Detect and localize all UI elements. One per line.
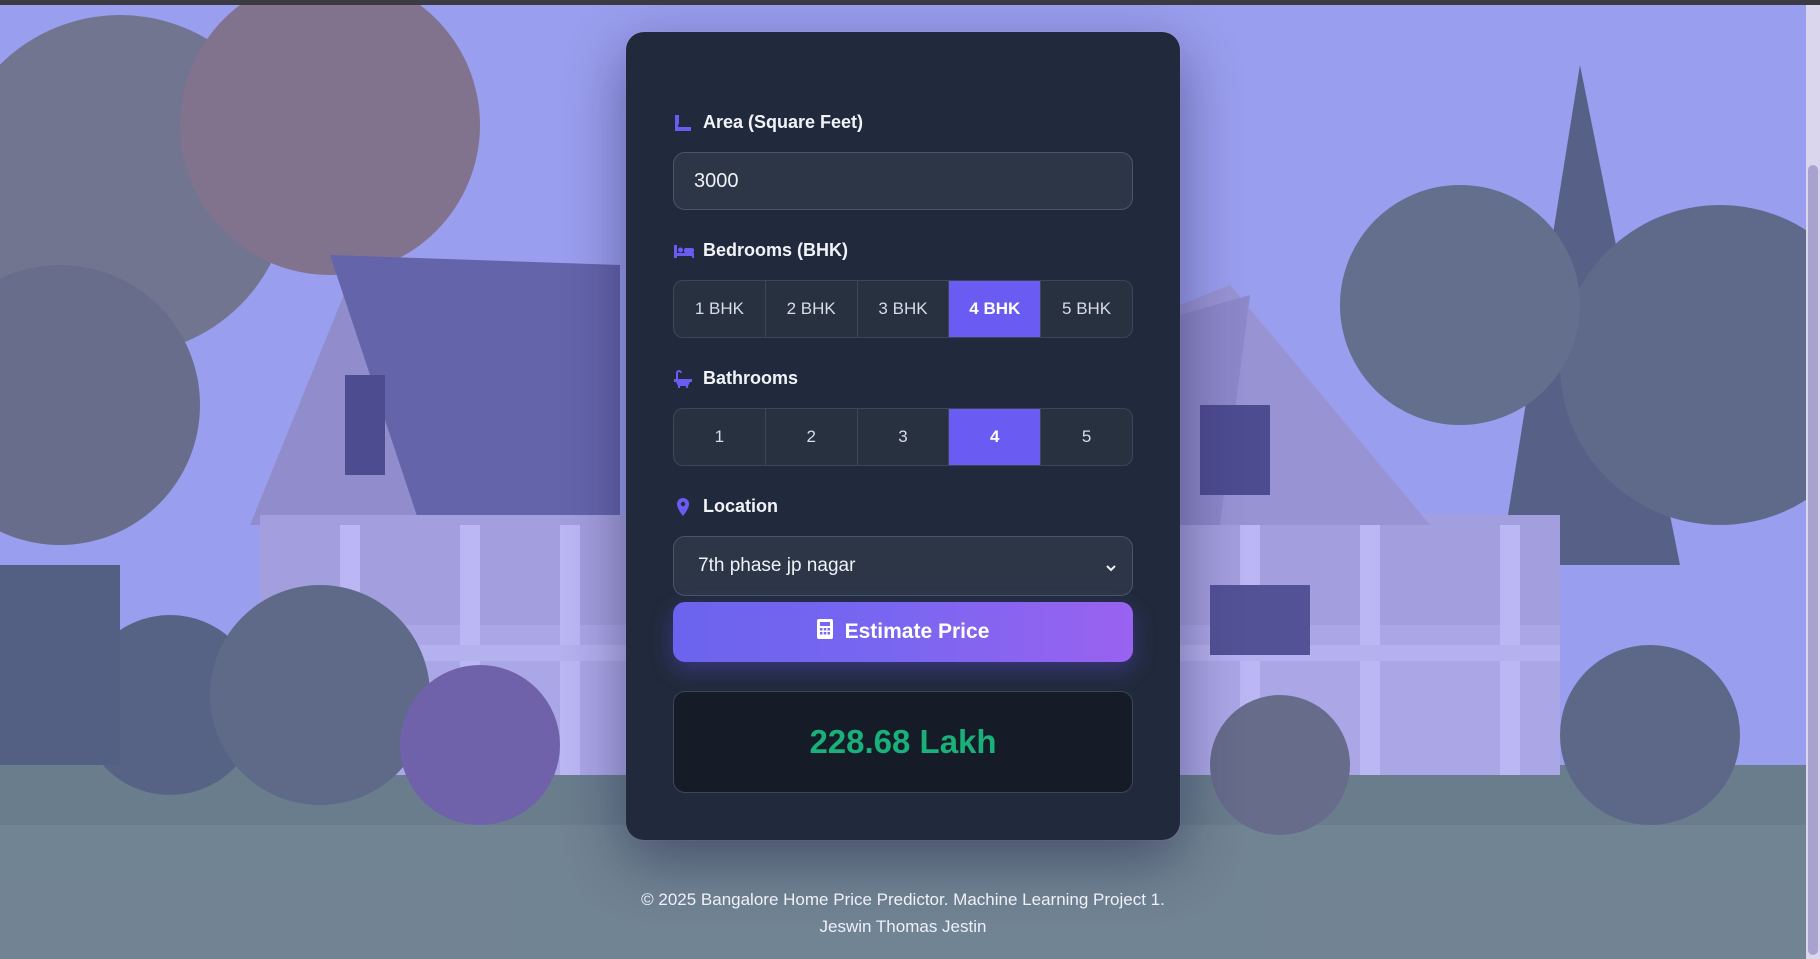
- bath-option-5[interactable]: 5: [1041, 409, 1132, 465]
- estimate-price-label: Estimate Price: [844, 620, 990, 643]
- bhk-option-2[interactable]: 2 BHK: [766, 281, 858, 337]
- bath-icon: [673, 369, 693, 389]
- bed-icon: [673, 241, 694, 261]
- area-input-value: 3000: [694, 169, 739, 192]
- bath-option-4[interactable]: 4: [949, 409, 1042, 465]
- bedrooms-label: Bedrooms (BHK): [673, 240, 848, 261]
- ruler-icon: [673, 113, 693, 133]
- location-label: Location: [673, 496, 778, 517]
- bhk-option-4[interactable]: 4 BHK: [949, 281, 1042, 337]
- location-label-text: Location: [703, 496, 778, 516]
- estimated-price-value: 228.68 Lakh: [809, 723, 997, 760]
- footer-copyright: © 2025 Bangalore Home Price Predictor. M…: [641, 890, 1165, 909]
- bedrooms-selector: 1 BHK 2 BHK 3 BHK 4 BHK 5 BHK: [673, 280, 1133, 338]
- price-estimator-card: Area (Square Feet) 3000 Bedrooms (BHK) 1…: [626, 32, 1180, 840]
- estimate-price-button[interactable]: Estimate Price: [673, 602, 1133, 662]
- chevron-down-icon: [1104, 559, 1118, 573]
- area-label: Area (Square Feet): [673, 112, 863, 133]
- bedrooms-label-text: Bedrooms (BHK): [703, 240, 849, 260]
- location-selected-value: 7th phase jp nagar: [698, 555, 856, 576]
- bath-option-1[interactable]: 1: [674, 409, 766, 465]
- scrollbar-thumb[interactable]: [1808, 165, 1818, 955]
- area-label-text: Area (Square Feet): [703, 112, 864, 132]
- area-input[interactable]: 3000: [673, 152, 1133, 210]
- location-select[interactable]: 7th phase jp nagar: [673, 536, 1133, 596]
- bathrooms-selector: 1 2 3 4 5: [673, 408, 1133, 466]
- calculator-icon: [816, 619, 833, 645]
- location-pin-icon: [673, 497, 693, 517]
- footer-author: Jeswin Thomas Jestin: [819, 917, 987, 936]
- bhk-option-3[interactable]: 3 BHK: [858, 281, 950, 337]
- page-scrollbar[interactable]: [1806, 5, 1820, 959]
- bath-option-3[interactable]: 3: [858, 409, 950, 465]
- bhk-option-5[interactable]: 5 BHK: [1041, 281, 1132, 337]
- bhk-option-1[interactable]: 1 BHK: [674, 281, 766, 337]
- estimated-price-result: 228.68 Lakh: [673, 691, 1133, 793]
- bathrooms-label: Bathrooms: [673, 368, 798, 389]
- bathrooms-label-text: Bathrooms: [703, 368, 799, 388]
- bath-option-2[interactable]: 2: [766, 409, 858, 465]
